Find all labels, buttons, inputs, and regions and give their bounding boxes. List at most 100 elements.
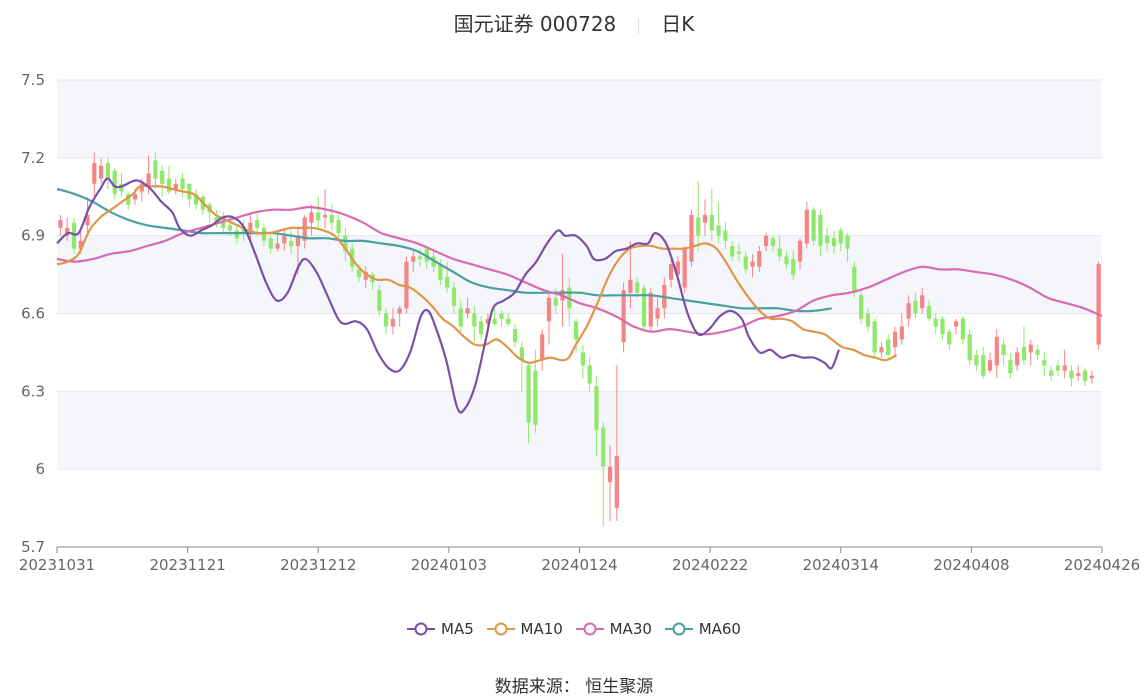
candle-body <box>1028 344 1033 353</box>
legend: MA5 MA10 MA30 MA60 <box>0 620 1148 641</box>
candle-body <box>445 277 450 288</box>
candle-body <box>601 427 606 467</box>
candle-body <box>180 178 185 189</box>
candle-body <box>594 386 599 431</box>
candle-body <box>655 308 660 319</box>
candle-body <box>384 313 389 327</box>
candle-body <box>105 163 110 179</box>
x-tick-label: 20231212 <box>280 556 356 574</box>
ma30-legend-icon <box>575 622 604 636</box>
candle-body <box>709 214 714 231</box>
plot-band <box>57 80 1102 158</box>
y-tick-label: 5.7 <box>21 538 45 556</box>
y-tick-label: 7.5 <box>21 71 45 89</box>
candle-body <box>1055 365 1060 371</box>
plot-band <box>57 313 1102 392</box>
candle-body <box>92 163 97 184</box>
candle-body <box>1001 344 1006 356</box>
candle-body <box>506 318 511 324</box>
candle-body <box>669 264 674 280</box>
candle-body <box>1096 264 1101 345</box>
candle-body <box>933 318 938 327</box>
legend-label-ma10: MA10 <box>520 620 563 638</box>
candle-body <box>696 217 701 236</box>
x-tick-label: 20240426 <box>1064 556 1140 574</box>
candle-body <box>825 235 830 244</box>
candle-body <box>635 282 640 293</box>
legend-label-ma5: MA5 <box>441 620 474 638</box>
candle-body <box>777 248 782 257</box>
candle-body <box>960 318 965 340</box>
candle-body <box>309 212 314 223</box>
legend-item-ma5[interactable]: MA5 <box>407 620 474 638</box>
candle-body <box>641 287 647 327</box>
legend-label-ma30: MA30 <box>609 620 652 638</box>
candle-body <box>947 331 952 345</box>
legend-item-ma60[interactable]: MA60 <box>664 620 741 638</box>
candle-body <box>791 259 796 275</box>
candle-body <box>404 261 409 309</box>
x-tick-label: 20231121 <box>149 556 225 574</box>
candle-body <box>417 256 423 260</box>
candle-body <box>845 235 850 249</box>
candle-body <box>472 313 477 327</box>
candle-body <box>390 318 395 327</box>
candle-body <box>811 209 816 241</box>
candle-body <box>954 321 959 327</box>
candle-body <box>58 220 63 228</box>
candle-body <box>852 266 857 293</box>
candle-body <box>764 235 769 247</box>
candle-body <box>892 331 898 348</box>
candle-body <box>580 352 585 366</box>
x-tick-label: 20240314 <box>803 556 879 574</box>
candle-body <box>784 256 789 265</box>
x-tick-label: 20231031 <box>19 556 95 574</box>
legend-item-ma30[interactable]: MA30 <box>575 620 652 638</box>
candle-body <box>730 246 735 257</box>
candle-body <box>1069 370 1074 379</box>
candle-body <box>512 329 518 343</box>
candle-body <box>160 170 165 184</box>
candle-body <box>906 303 911 319</box>
candle-body <box>553 297 558 306</box>
plot-band <box>57 469 1102 547</box>
candle-body <box>994 336 999 366</box>
candle-body <box>71 222 77 249</box>
legend-item-ma10[interactable]: MA10 <box>486 620 563 638</box>
candle-body <box>1062 365 1067 371</box>
data-source: 数据来源： 恒生聚源 <box>494 677 654 697</box>
candle-body <box>804 209 809 244</box>
candle-body <box>329 214 334 223</box>
candle-body <box>628 279 633 293</box>
y-tick-label: 6 <box>35 460 45 478</box>
candle-body <box>336 220 341 234</box>
y-tick-label: 6.3 <box>21 382 45 400</box>
plot-band <box>57 391 1102 470</box>
candle-body <box>526 365 531 423</box>
candle-body <box>1042 360 1047 366</box>
candle-body <box>1089 375 1094 379</box>
candle-body <box>987 360 993 371</box>
candle-body <box>99 165 104 179</box>
candle-body <box>926 305 932 319</box>
candle-body <box>499 313 504 319</box>
candle-body <box>723 230 728 241</box>
x-tick-label: 20240222 <box>672 556 748 574</box>
candle-body <box>1015 352 1020 366</box>
candle-body <box>1082 370 1088 381</box>
candle-body <box>465 308 470 314</box>
candle-body <box>316 212 321 221</box>
candle-body <box>275 243 280 249</box>
x-tick-label: 20240103 <box>411 556 487 574</box>
candle-body <box>153 160 158 179</box>
candle-body <box>377 290 382 311</box>
candle-body <box>838 230 843 244</box>
candle-body <box>974 355 979 366</box>
candle-body <box>757 251 762 267</box>
candle-body <box>607 466 613 483</box>
candle-body <box>689 214 694 262</box>
candle-body <box>248 222 253 231</box>
candle-body <box>879 347 884 353</box>
candle-body <box>743 256 748 270</box>
candle-body <box>492 318 497 324</box>
